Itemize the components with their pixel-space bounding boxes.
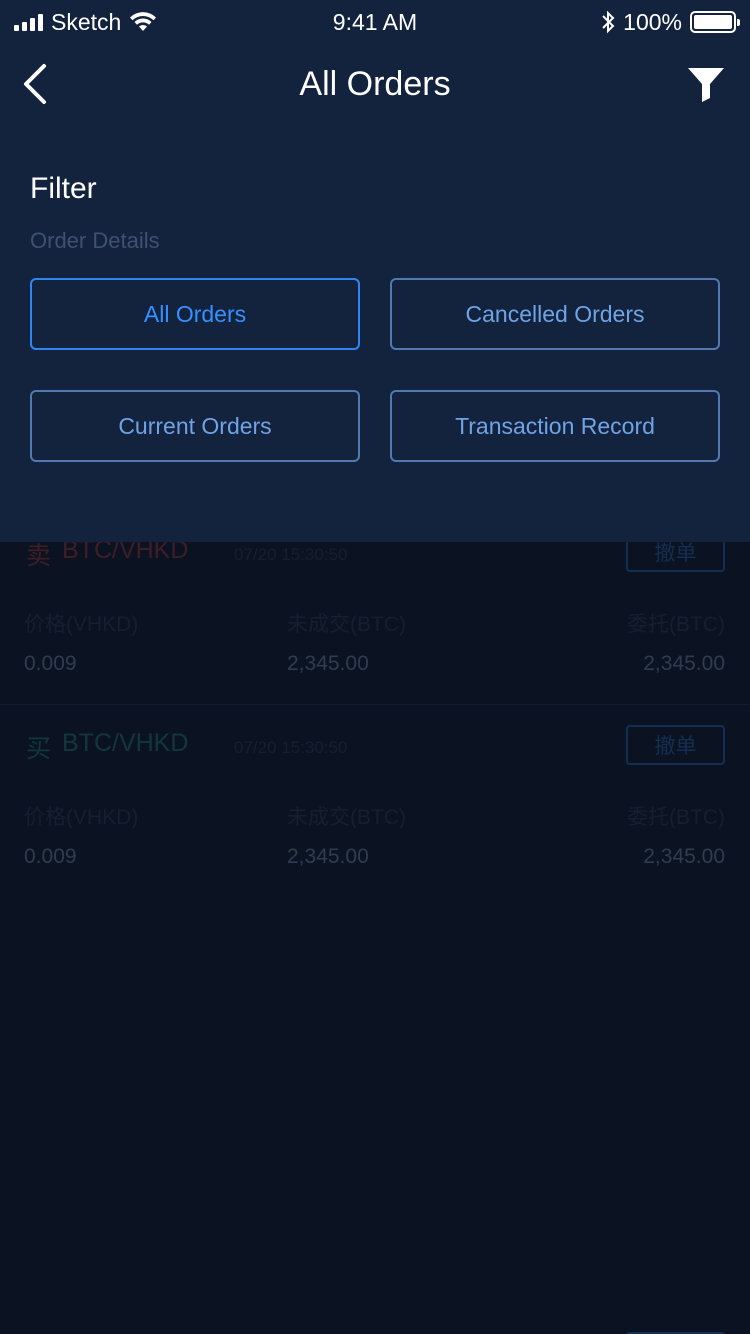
order-card: 买 BTC/VHKD 07/20 15:30:50 撤单 价格(VHKD) 未成… [0, 704, 750, 896]
battery-icon [690, 11, 740, 33]
filter-icon[interactable] [686, 64, 726, 104]
cancel-order-button[interactable]: 撤单 [626, 725, 725, 765]
filter-heading: Filter [30, 172, 97, 205]
order-side-buy: 买 [26, 735, 52, 763]
filter-option-current-orders[interactable]: Current Orders [30, 390, 360, 462]
filter-option-all-orders[interactable]: All Orders [30, 278, 360, 350]
unfilled-label: 未成交(BTC) [287, 806, 406, 829]
price-value: 0.009 [24, 845, 77, 868]
price-label: 价格(VHKD) [24, 613, 139, 636]
nav-bar: All Orders [0, 44, 750, 124]
entrusted-label: 委托(BTC) [627, 806, 725, 829]
price-label: 价格(VHKD) [24, 806, 139, 829]
carrier-label: Sketch [51, 8, 122, 35]
order-time: 07/20 15:30:50 [234, 738, 348, 757]
price-value: 0.009 [24, 652, 77, 675]
back-icon[interactable] [20, 62, 54, 106]
unfilled-value: 2,345.00 [287, 845, 369, 868]
wifi-icon [130, 12, 157, 31]
entrusted-label: 委托(BTC) [627, 613, 725, 636]
entrusted-value: 2,345.00 [643, 652, 725, 675]
order-time: 07/20 15:30:50 [234, 545, 348, 564]
filter-option-cancelled-orders[interactable]: Cancelled Orders [390, 278, 720, 350]
status-bar: Sketch 9:41 AM 100% [0, 0, 750, 44]
filter-option-transaction-record[interactable]: Transaction Record [390, 390, 720, 462]
order-details-label: Order Details [30, 228, 160, 253]
unfilled-label: 未成交(BTC) [287, 613, 406, 636]
unfilled-value: 2,345.00 [287, 652, 369, 675]
entrusted-value: 2,345.00 [643, 845, 725, 868]
battery-percent: 100% [623, 8, 682, 35]
order-pair: BTC/VHKD [62, 729, 189, 757]
page-title: All Orders [299, 64, 451, 103]
bluetooth-icon [602, 10, 615, 34]
signal-icon [14, 13, 43, 31]
